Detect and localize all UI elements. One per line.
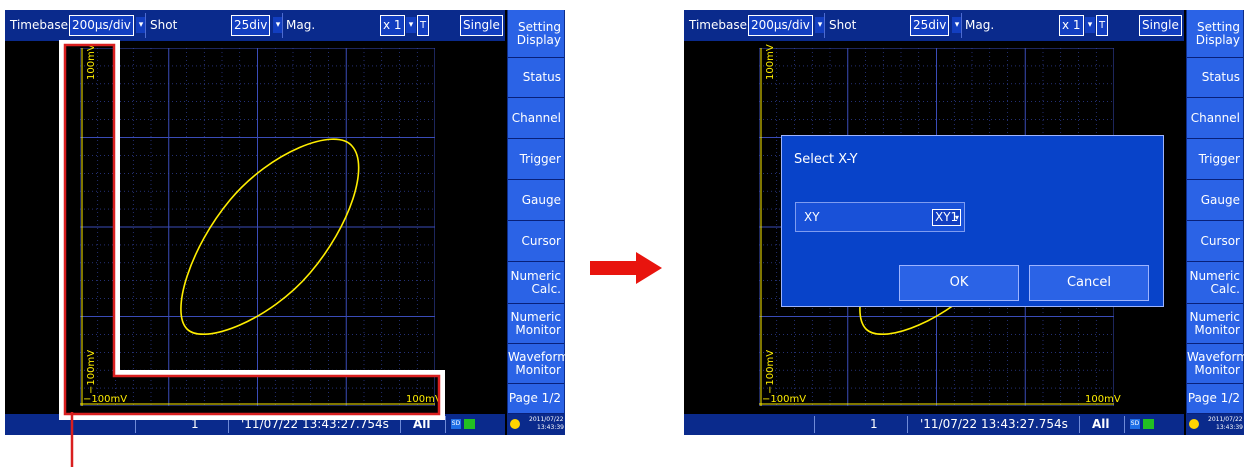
x-axis-left-label: −100mV <box>762 394 807 405</box>
y-axis-top-label: 100mV <box>765 44 776 80</box>
divider <box>907 416 908 433</box>
page-button[interactable]: Page 1/2 <box>1187 384 1243 414</box>
mag-label: Mag. <box>965 18 995 32</box>
divider <box>814 416 815 433</box>
clock-time: 13:43:39 <box>1216 424 1243 431</box>
single-mode-button[interactable]: Single <box>1139 15 1182 36</box>
x-axis-right-label: 100mV <box>1085 394 1121 405</box>
button-label-line: Display <box>1195 32 1240 47</box>
trigger-mode-icon[interactable]: T <box>1096 15 1109 36</box>
clock-date: 2011/07/22 <box>1208 416 1243 423</box>
power-plug-icon <box>1189 419 1199 429</box>
setting-display-button[interactable]: Setting Display <box>1187 10 1243 58</box>
button-label-line: Numeric <box>1189 268 1240 283</box>
chevron-down-icon[interactable]: ▾ <box>1085 17 1095 33</box>
numeric-monitor-button[interactable]: Numeric Monitor <box>1187 304 1243 344</box>
divider <box>1079 416 1080 433</box>
channel-scope: All <box>1092 417 1110 431</box>
status-bar: 1 '11/07/22 13:43:27.754s All SD <box>684 414 1184 435</box>
trigger-button[interactable]: Trigger <box>1187 139 1243 180</box>
numeric-calc-button[interactable]: Numeric Calc. <box>1187 262 1243 304</box>
button-label-line: Monitor <box>1194 322 1240 337</box>
shot-select[interactable]: 25div <box>910 15 950 36</box>
sd-card-icon: SD <box>1130 419 1140 429</box>
chevron-down-icon[interactable]: ▾ <box>955 210 963 225</box>
status-button[interactable]: Status <box>1187 58 1243 98</box>
button-label-line: Calc. <box>1210 281 1240 296</box>
top-bar: Timebase 200μs/div ▾ Shot 25div ▾ Mag. x… <box>684 10 1184 41</box>
clock-area: 2011/07/22 13:43:39 <box>1186 414 1244 435</box>
screen-after: Timebase 200μs/div ▾ Shot 25div ▾ Mag. x… <box>684 10 1244 435</box>
button-label: Status <box>1201 70 1240 84</box>
button-label: Page 1/2 <box>1187 391 1240 405</box>
divider <box>1124 416 1125 433</box>
button-label: Cursor <box>1200 233 1240 248</box>
waveform-monitor-button[interactable]: Waveform Monitor <box>1187 344 1244 384</box>
button-label: Gauge <box>1200 192 1240 207</box>
shot-label: Shot <box>829 18 857 32</box>
gauge-button[interactable]: Gauge <box>1187 180 1243 221</box>
cursor-button[interactable]: Cursor <box>1187 221 1243 262</box>
xy-field-label: XY <box>804 210 820 224</box>
y-axis-bottom-label: −100mV <box>765 349 776 394</box>
button-label-line: Monitor <box>1194 362 1240 377</box>
arrow-right-icon <box>590 252 662 284</box>
button-label: Channel <box>1190 110 1240 125</box>
button-label-line: Waveform <box>1187 349 1244 364</box>
channel-button[interactable]: Channel <box>1187 98 1243 139</box>
highlight-l-outline <box>59 40 445 420</box>
callout-pointer-line <box>70 412 74 467</box>
trigger-datetime: '11/07/22 13:43:27.754s <box>920 417 1068 431</box>
button-label: Trigger <box>1198 151 1240 166</box>
timebase-select[interactable]: 200μs/div <box>748 15 813 36</box>
sidebar: Setting Display Status Channel Trigger G… <box>1186 10 1244 435</box>
divider <box>824 13 825 38</box>
divider <box>961 13 962 38</box>
button-label-line: Setting <box>1197 19 1240 34</box>
timebase-label: Timebase <box>689 18 747 32</box>
dialog-title: Select X-Y <box>794 152 858 167</box>
mag-select[interactable]: x 1 <box>1059 15 1084 36</box>
xy-select-field[interactable]: XY XY1 ▾ <box>795 202 965 232</box>
memory-icon <box>1143 419 1154 429</box>
button-label-line: Numeric <box>1189 309 1240 324</box>
record-count: 1 <box>870 417 878 431</box>
screen-before: Timebase 200μs/div ▾ Shot 25div ▾ Mag. x… <box>5 10 565 435</box>
cancel-button[interactable]: Cancel <box>1029 265 1149 301</box>
ok-button[interactable]: OK <box>899 265 1019 301</box>
select-xy-dialog: Select X-Y XY XY1 ▾ OK Cancel <box>781 135 1164 307</box>
